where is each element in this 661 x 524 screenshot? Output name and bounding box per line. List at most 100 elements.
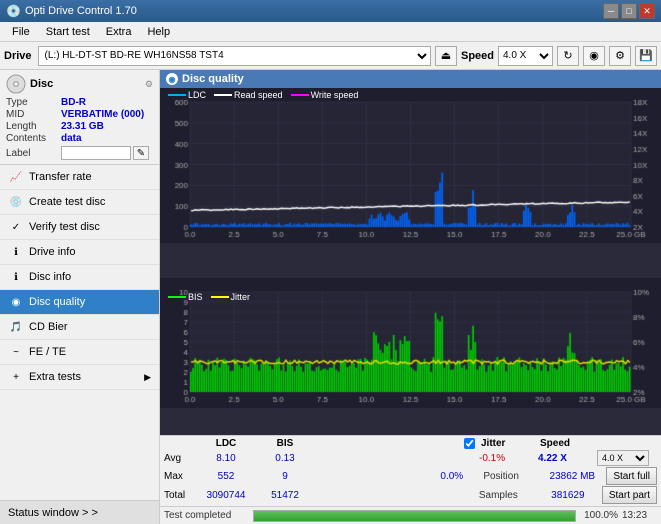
label-input[interactable] [61, 146, 131, 160]
create-disc-icon: 💿 [8, 194, 24, 210]
sidebar-item-extra-tests[interactable]: + Extra tests ▶ [0, 365, 159, 390]
extra-tests-arrow: ▶ [144, 372, 151, 383]
status-label: Test completed [164, 510, 249, 521]
read-speed-legend: Read speed [214, 90, 283, 100]
jitter-legend-label: Jitter [231, 292, 251, 302]
bis-legend-color [168, 296, 186, 298]
speed-dropdown[interactable]: 4.0 X [597, 450, 649, 466]
speed-header: Speed [540, 438, 595, 449]
content-area: ◉ Disc quality LDC Read speed [160, 70, 661, 524]
stats-max-row: Max 552 9 0.0% Position 23862 MB Start f… [164, 467, 657, 485]
bottom-legend: BIS Jitter [168, 292, 250, 302]
start-part-button[interactable]: Start part [602, 486, 657, 504]
samples-value: 381629 [538, 490, 598, 501]
type-value: BD-R [61, 97, 86, 108]
max-bis: 9 [260, 471, 310, 482]
chart-top: LDC Read speed Write speed [160, 88, 661, 278]
top-legend: LDC Read speed Write speed [168, 90, 358, 100]
sidebar-item-drive-info[interactable]: ℹ Drive info [0, 240, 159, 265]
read-speed-legend-color [214, 94, 232, 96]
stats-avg-row: Avg 8.10 0.13 -0.1% 4.22 X 4.0 X [164, 450, 657, 466]
contents-value: data [61, 133, 82, 144]
disc-quality-icon: ◉ [8, 294, 24, 310]
sidebar-item-disc-info[interactable]: ℹ Disc info [0, 265, 159, 290]
bis-legend: BIS [168, 292, 203, 302]
disc-panel: Disc ⚙ Type BD-R MID VERBATIMe (000) Len… [0, 70, 159, 165]
jitter-legend-color [211, 296, 229, 298]
titlebar: 💿 Opti Drive Control 1.70 ─ □ ✕ [0, 0, 661, 22]
disc-button[interactable]: ◉ [583, 46, 605, 66]
close-button[interactable]: ✕ [639, 3, 655, 19]
mid-label: MID [6, 109, 61, 120]
eject-button[interactable]: ⏏ [435, 46, 457, 66]
samples-label: Samples [479, 490, 534, 501]
jitter-checkbox[interactable] [464, 438, 475, 449]
main-layout: Disc ⚙ Type BD-R MID VERBATIMe (000) Len… [0, 70, 661, 524]
length-value: 23.31 GB [61, 121, 104, 132]
sidebar-item-create-test-disc[interactable]: 💿 Create test disc [0, 190, 159, 215]
chart-title: Disc quality [182, 73, 244, 85]
length-label: Length [6, 121, 61, 132]
stats-area: LDC BIS Jitter Speed Avg 8.10 0.13 -0.1%… [160, 435, 661, 506]
maximize-button[interactable]: □ [621, 3, 637, 19]
status-window-button[interactable]: Status window > > [0, 500, 159, 524]
type-label: Type [6, 97, 61, 108]
settings-button[interactable]: ⚙ [609, 46, 631, 66]
speed-select[interactable]: 4.0 X [498, 46, 553, 66]
jitter-header: Jitter [481, 438, 536, 449]
cd-bier-icon: 🎵 [8, 319, 24, 335]
sidebar-item-verify-test-disc[interactable]: ✓ Verify test disc [0, 215, 159, 240]
start-full-button[interactable]: Start full [606, 467, 657, 485]
stats-header-row: LDC BIS Jitter Speed [164, 438, 657, 449]
sidebar-item-transfer-rate[interactable]: 📈 Transfer rate [0, 165, 159, 190]
disc-settings-icon[interactable]: ⚙ [145, 79, 153, 90]
fe-te-icon: ~ [8, 344, 24, 360]
ldc-chart [160, 88, 661, 243]
max-jitter: 0.0% [424, 471, 479, 482]
menu-file[interactable]: File [4, 24, 38, 40]
stats-bis-header: BIS [260, 438, 310, 449]
mid-value: VERBATIMe (000) [61, 109, 144, 120]
progress-bar-outer [253, 510, 576, 522]
avg-label: Avg [164, 453, 192, 464]
progress-bar-inner [254, 511, 575, 521]
menubar: File Start test Extra Help [0, 22, 661, 42]
avg-bis: 0.13 [260, 453, 310, 464]
write-speed-legend-label: Write speed [311, 90, 359, 100]
speed-label: Speed [461, 50, 494, 62]
sidebar-item-cd-bier[interactable]: 🎵 CD Bier [0, 315, 159, 340]
total-bis: 51472 [260, 490, 310, 501]
label-edit-button[interactable]: ✎ [133, 146, 149, 160]
progress-time: 13:23 [622, 510, 657, 521]
avg-jitter: -0.1% [479, 453, 534, 464]
progress-area: Test completed 100.0% 13:23 [160, 506, 661, 524]
position-value: 23862 MB [542, 471, 602, 482]
sidebar-item-disc-quality[interactable]: ◉ Disc quality [0, 290, 159, 315]
sidebar-item-fe-te[interactable]: ~ FE / TE [0, 340, 159, 365]
write-speed-legend-color [291, 94, 309, 96]
read-speed-legend-label: Read speed [234, 90, 283, 100]
drive-label: Drive [4, 50, 32, 62]
save-button[interactable]: 💾 [635, 46, 657, 66]
chart-bottom: BIS Jitter [160, 278, 661, 434]
ldc-legend-label: LDC [188, 90, 206, 100]
ldc-legend-color [168, 94, 186, 96]
bis-legend-label: BIS [188, 292, 203, 302]
menu-extra[interactable]: Extra [98, 24, 140, 40]
drive-select[interactable]: (L:) HL-DT-ST BD-RE WH16NS58 TST4 [38, 46, 431, 66]
progress-percent: 100.0% [580, 510, 618, 521]
drive-info-icon: ℹ [8, 244, 24, 260]
verify-disc-icon: ✓ [8, 219, 24, 235]
total-label: Total [164, 490, 192, 501]
menu-start-test[interactable]: Start test [38, 24, 98, 40]
menu-help[interactable]: Help [139, 24, 178, 40]
max-label: Max [164, 471, 192, 482]
refresh-button[interactable]: ↻ [557, 46, 579, 66]
disc-info-icon: ℹ [8, 269, 24, 285]
app-title: Opti Drive Control 1.70 [25, 5, 603, 17]
disc-quality-header-icon: ◉ [166, 73, 178, 85]
contents-label: Contents [6, 133, 61, 144]
sidebar: Disc ⚙ Type BD-R MID VERBATIMe (000) Len… [0, 70, 160, 524]
position-label: Position [483, 471, 538, 482]
minimize-button[interactable]: ─ [603, 3, 619, 19]
